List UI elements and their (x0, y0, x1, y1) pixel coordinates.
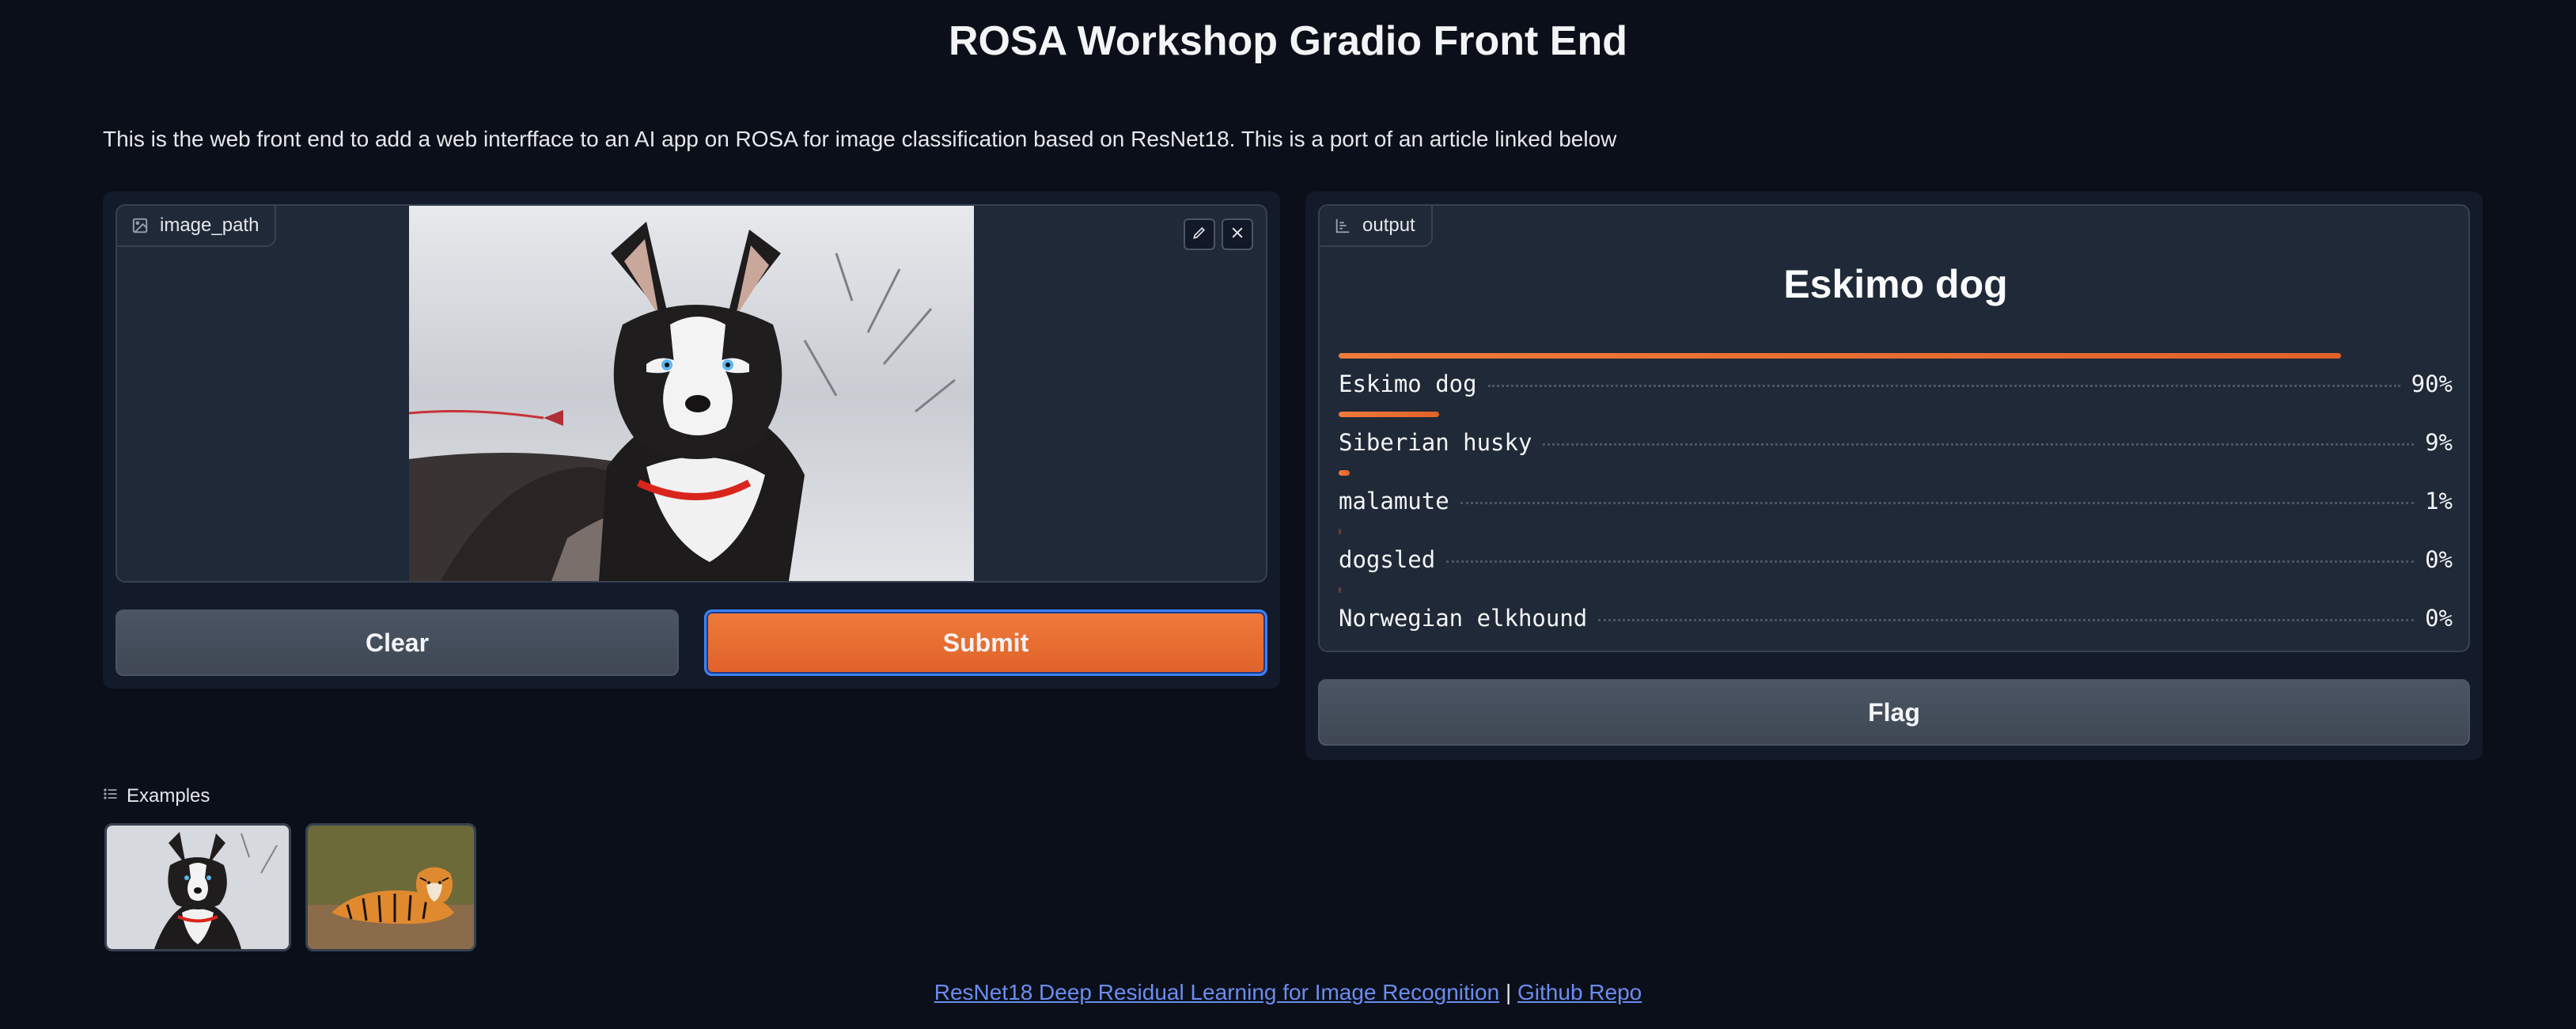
output-label-text: output (1362, 215, 1415, 236)
page-description: This is the web front end to add a web i… (103, 127, 1617, 151)
close-icon (1229, 225, 1245, 245)
image-input-label-text: image_path (160, 215, 259, 236)
example-tiger-thumbnail[interactable] (305, 823, 476, 951)
confidence-label: Eskimo dog (1339, 370, 1477, 397)
input-panel: image_path Clear Submit (103, 192, 1280, 689)
confidence-row: Siberian husky 9% (1339, 412, 2453, 459)
confidence-row: malamute 1% (1339, 470, 2453, 518)
confidence-bar (1339, 470, 1350, 476)
confidence-value: 1% (2425, 488, 2453, 514)
page-title: ROSA Workshop Gradio Front End (949, 18, 1627, 64)
confidence-bar (1339, 412, 1439, 417)
confidence-bar (1339, 587, 1341, 593)
gradio-app: ROSA Workshop Gradio Front End This is t… (0, 0, 2576, 1029)
confidence-label: dogsled (1339, 546, 1436, 573)
confidence-label: Siberian husky (1339, 429, 1532, 456)
examples-label: Examples (127, 785, 210, 807)
examples-header: Examples (103, 785, 210, 807)
resnet-paper-link[interactable]: ResNet18 Deep Residual Learning for Imag… (934, 980, 1499, 1004)
confidence-value: 90% (2411, 370, 2453, 397)
confidence-leader (1487, 385, 2400, 387)
confidence-value: 9% (2425, 429, 2453, 456)
confidence-leader (1446, 560, 2415, 563)
uploaded-husky-image (409, 206, 974, 581)
output-panel: output Eskimo dog Eskimo dog 90% Siberia… (1305, 192, 2483, 760)
submit-button[interactable]: Submit (704, 609, 1267, 676)
confidence-label: malamute (1339, 488, 1449, 514)
confidence-leader (1598, 619, 2415, 621)
flag-button[interactable]: Flag (1318, 679, 2470, 746)
confidence-bar (1339, 353, 2341, 359)
pencil-icon (1191, 225, 1207, 245)
image-icon (131, 217, 149, 234)
footer-separator: | (1505, 980, 1512, 1004)
label-output: output Eskimo dog Eskimo dog 90% Siberia… (1318, 204, 2470, 652)
confidence-leader (1460, 502, 2415, 504)
confidence-leader (1543, 443, 2415, 446)
clear-image-button[interactable] (1222, 218, 1253, 250)
predicted-label: Eskimo dog (1783, 262, 2008, 306)
bar-chart-icon (1334, 217, 1351, 234)
output-label: output (1320, 206, 1433, 247)
edit-image-button[interactable] (1184, 218, 1215, 250)
confidence-value: 0% (2425, 546, 2453, 573)
footer: ResNet18 Deep Residual Learning for Imag… (0, 980, 2576, 1005)
image-input-label: image_path (117, 206, 277, 247)
clear-button[interactable]: Clear (116, 609, 679, 676)
example-husky-thumbnail[interactable] (104, 823, 291, 951)
confidence-row: Norwegian elkhound 0% (1339, 587, 2453, 635)
list-icon (103, 785, 119, 807)
confidence-row: Eskimo dog 90% (1339, 353, 2453, 401)
confidence-label: Norwegian elkhound (1339, 605, 1588, 632)
confidence-bar (1339, 529, 1341, 534)
github-repo-link[interactable]: Github Repo (1517, 980, 1642, 1004)
image-input[interactable]: image_path (116, 204, 1267, 583)
confidence-value: 0% (2425, 605, 2453, 632)
confidence-row: dogsled 0% (1339, 529, 2453, 576)
